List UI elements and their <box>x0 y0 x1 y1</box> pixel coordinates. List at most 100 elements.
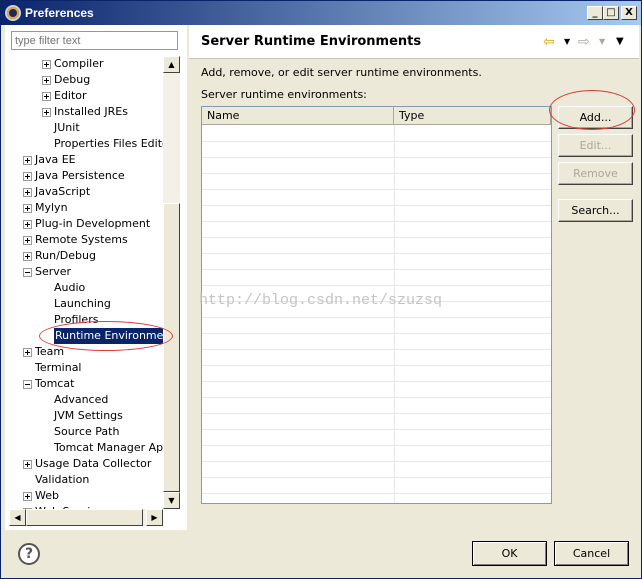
tree-item[interactable]: Editor <box>9 88 163 104</box>
scroll-right-icon[interactable]: ▶ <box>146 509 163 526</box>
tree-item[interactable]: Debug <box>9 72 163 88</box>
tree-item[interactable]: Run/Debug <box>9 248 163 264</box>
tree-item[interactable]: Compiler <box>9 56 163 72</box>
tree-item[interactable]: Remote Systems <box>9 232 163 248</box>
scroll-left-icon[interactable]: ◀ <box>9 509 26 526</box>
horizontal-scroll-thumb[interactable] <box>26 509 143 526</box>
expand-icon[interactable] <box>23 492 32 501</box>
collapse-icon[interactable] <box>23 380 32 389</box>
tree-item[interactable]: Terminal <box>9 360 163 376</box>
tree-item-label: Plug-in Development <box>35 217 151 230</box>
table-row <box>202 221 551 222</box>
expand-icon[interactable] <box>23 156 32 165</box>
table-row <box>202 205 551 206</box>
collapse-icon[interactable] <box>23 268 32 277</box>
expand-icon[interactable] <box>42 76 51 85</box>
forward-arrow-icon[interactable]: ⇨ <box>578 35 590 49</box>
expand-icon[interactable] <box>42 60 51 69</box>
tree-item-label: Web <box>35 489 59 502</box>
preferences-sidebar: Compiler Debug Editor Installed JREs JUnit Pr… <box>5 25 187 530</box>
back-dropdown-icon[interactable]: ▼ <box>564 35 570 49</box>
tree-horizontal-scrollbar[interactable]: ◀ ▶ <box>9 509 163 526</box>
table-row <box>202 317 551 318</box>
title-bar[interactable]: Preferences _ □ X <box>1 1 641 25</box>
table-row <box>202 477 551 478</box>
tree-item-label: Run/Debug <box>35 249 96 262</box>
table-row <box>202 349 551 350</box>
minimize-button[interactable]: _ <box>587 6 603 20</box>
expand-icon[interactable] <box>23 204 32 213</box>
forward-dropdown-icon[interactable]: ▼ <box>599 35 605 49</box>
table-row <box>202 173 551 174</box>
edit-button[interactable]: Edit... <box>558 134 633 157</box>
preferences-window: Preferences _ □ X Compiler Debug Editor Ins… <box>0 0 642 579</box>
tree-item-label: Server <box>35 265 72 278</box>
table-row <box>202 461 551 462</box>
tree-item[interactable]: Source Path <box>9 424 163 440</box>
cancel-button[interactable]: Cancel <box>554 541 629 566</box>
expand-icon[interactable] <box>23 220 32 229</box>
tree-item-label: JavaScript <box>35 185 91 198</box>
filter-input[interactable] <box>11 31 178 50</box>
eclipse-app-icon <box>5 5 21 21</box>
tree-item-label: Remote Systems <box>35 233 128 246</box>
window-title: Preferences <box>25 6 94 20</box>
tree-item[interactable]: Java EE <box>9 152 163 168</box>
search-button[interactable]: Search... <box>558 199 633 222</box>
tree-item-label: Source Path <box>54 425 120 438</box>
scroll-down-icon[interactable]: ▼ <box>163 492 180 509</box>
tree-item[interactable]: Installed JREs <box>9 104 163 120</box>
table-row <box>202 157 551 158</box>
tree-item[interactable]: Audio <box>9 280 163 296</box>
column-header-name[interactable]: Name <box>202 107 394 125</box>
expand-icon[interactable] <box>23 348 32 357</box>
close-button[interactable]: X <box>621 6 637 20</box>
column-header-type[interactable]: Type <box>394 107 551 125</box>
tree-item-label: Installed JREs <box>54 105 128 118</box>
tree-item[interactable]: Java Persistence <box>9 168 163 184</box>
tree-item[interactable]: Tomcat <box>9 376 163 392</box>
expand-icon[interactable] <box>23 460 32 469</box>
tree-item[interactable]: Validation <box>9 472 163 488</box>
back-arrow-icon[interactable]: ⇦ <box>543 35 555 49</box>
tree-item-label: Java Persistence <box>35 169 125 182</box>
tree-item[interactable]: JVM Settings <box>9 408 163 424</box>
tree-item[interactable]: Mylyn <box>9 200 163 216</box>
expand-icon[interactable] <box>23 252 32 261</box>
expand-icon[interactable] <box>23 188 32 197</box>
view-menu-icon[interactable]: ▼ <box>616 35 624 49</box>
ok-button[interactable]: OK <box>472 541 547 566</box>
expand-icon[interactable] <box>42 92 51 101</box>
tree-item[interactable]: Web <box>9 488 163 504</box>
tree-item[interactable]: Plug-in Development <box>9 216 163 232</box>
expand-icon[interactable] <box>23 172 32 181</box>
preferences-tree: Compiler Debug Editor Installed JREs JUnit Pr… <box>9 56 163 509</box>
tree-item[interactable]: Tomcat Manager App <box>9 440 163 456</box>
table-row <box>202 445 551 446</box>
page-title: Server Runtime Environments <box>201 34 422 49</box>
tree-item[interactable]: Launching <box>9 296 163 312</box>
help-icon[interactable]: ? <box>18 543 40 565</box>
tree-vertical-scrollbar[interactable]: ▲ ▼ <box>163 56 180 509</box>
tree-item[interactable]: JavaScript <box>9 184 163 200</box>
page-header: Server Runtime Environments ⇦ ▼ ⇨ ▼ ▼ <box>189 25 639 59</box>
expand-icon[interactable] <box>42 108 51 117</box>
tree-item[interactable]: Advanced <box>9 392 163 408</box>
page-description: Add, remove, or edit server runtime envi… <box>201 66 482 79</box>
table-row <box>202 493 551 494</box>
tree-item[interactable]: Usage Data Collector <box>9 456 163 472</box>
scroll-thumb[interactable] <box>163 203 180 492</box>
table-row <box>202 429 551 430</box>
remove-button[interactable]: Remove <box>558 162 633 185</box>
table-row <box>202 141 551 142</box>
maximize-button[interactable]: □ <box>603 6 619 20</box>
tree-item-label: Tomcat <box>35 377 75 390</box>
tree-item-label: Mylyn <box>35 201 68 214</box>
tree-item[interactable]: Properties Files Editor <box>9 136 163 152</box>
tree-item[interactable]: JUnit <box>9 120 163 136</box>
annotation-ring-runtime <box>39 321 173 351</box>
table-row <box>202 285 551 286</box>
scroll-up-icon[interactable]: ▲ <box>163 56 180 73</box>
tree-item[interactable]: Server <box>9 264 163 280</box>
expand-icon[interactable] <box>23 236 32 245</box>
